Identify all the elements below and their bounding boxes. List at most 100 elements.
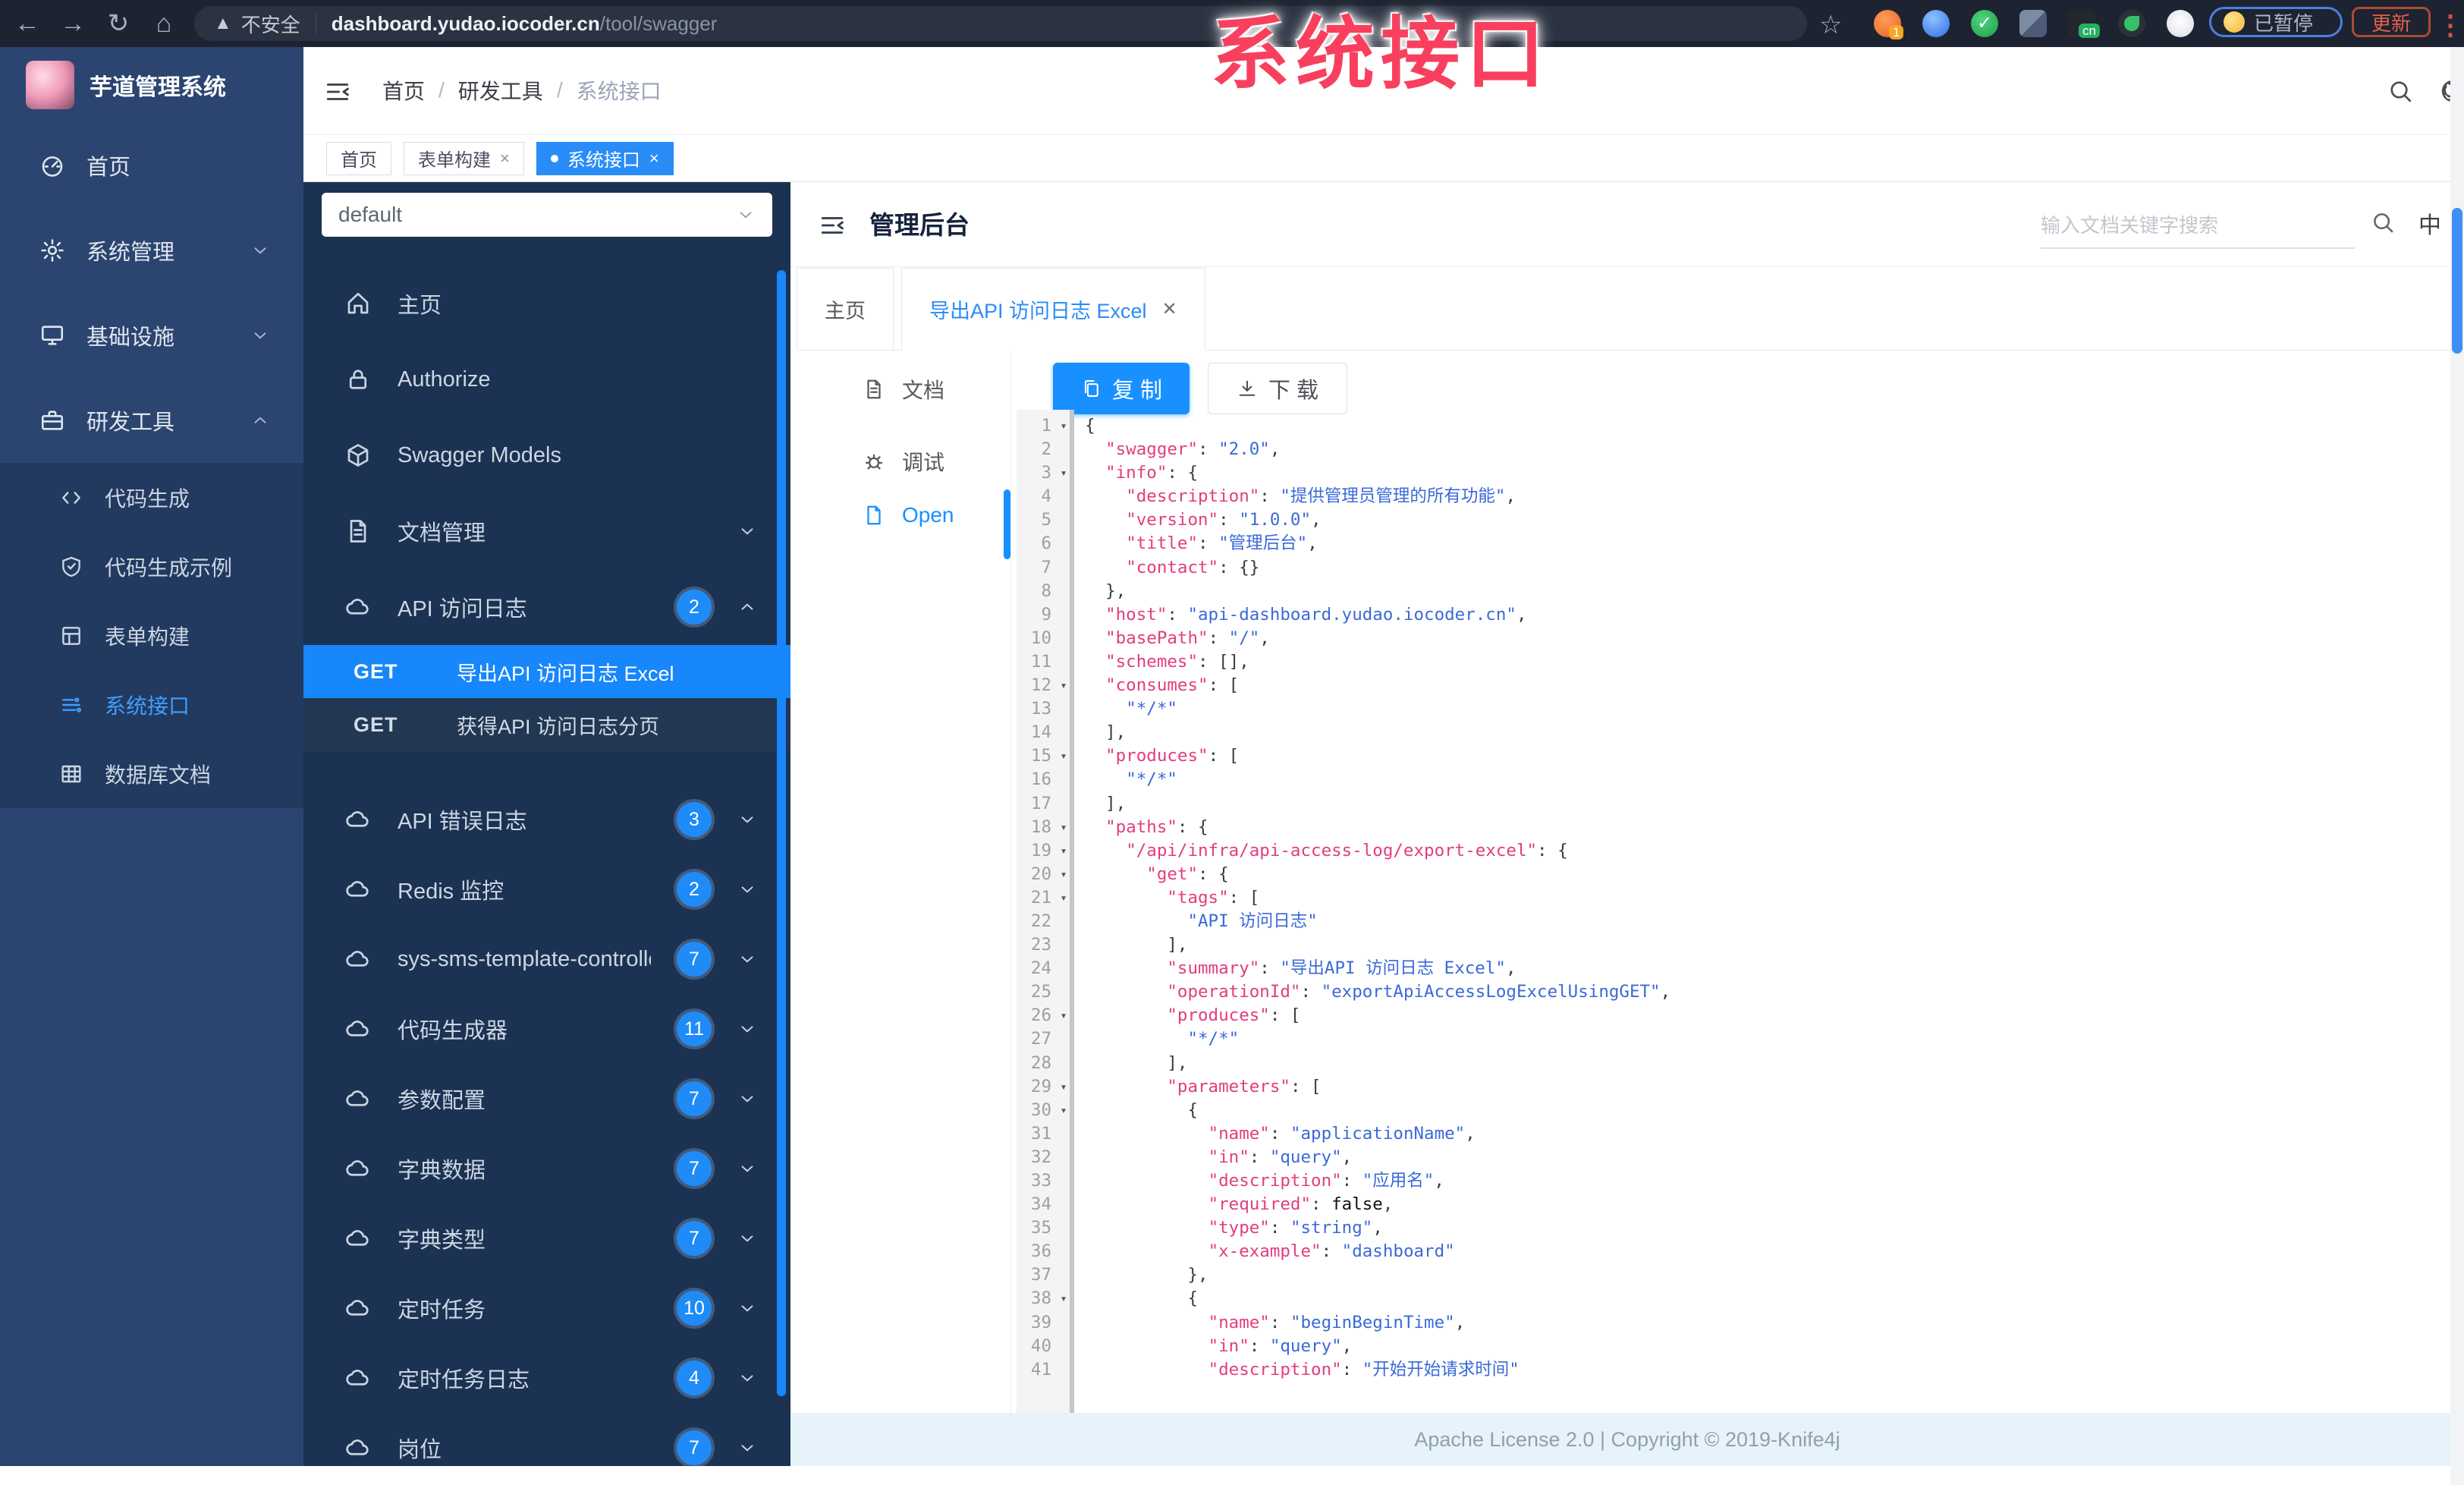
code-text: }, bbox=[1085, 1265, 1208, 1285]
logo-row[interactable]: 芋道管理系统 bbox=[0, 47, 303, 123]
group-select[interactable]: default bbox=[322, 193, 772, 237]
swagger-group-代码生成器[interactable]: 代码生成器 11 bbox=[303, 994, 790, 1064]
browser-reload-icon[interactable]: ↻ bbox=[97, 0, 140, 47]
side-tab-文档[interactable]: 文档 bbox=[863, 374, 944, 404]
sidebar-subitem-代码生成[interactable]: 代码生成 bbox=[0, 463, 303, 532]
api-endpoint-row[interactable]: GET 导出API 访问日志 Excel bbox=[303, 645, 790, 698]
swagger-group-定时任务日志[interactable]: 定时任务日志 4 bbox=[303, 1343, 790, 1413]
fold-arrow-icon[interactable]: ▾ bbox=[1054, 1099, 1073, 1122]
swagger-lock-icon bbox=[344, 366, 372, 393]
doc-tab-主页[interactable]: 主页 bbox=[797, 268, 894, 351]
side-tab-调试[interactable]: 调试 bbox=[863, 446, 944, 477]
sidebar-subitem-系统接口[interactable]: 系统接口 bbox=[0, 670, 303, 739]
search-icon[interactable] bbox=[2370, 209, 2396, 235]
side-tab-Open[interactable]: Open bbox=[863, 503, 954, 527]
count-badge: 11 bbox=[677, 1011, 712, 1046]
doc-tab-导出API 访问日志 Excel[interactable]: 导出API 访问日志 Excel ✕ bbox=[901, 268, 1205, 351]
browser-forward-icon[interactable]: → bbox=[52, 0, 94, 47]
download-button[interactable]: 下 载 bbox=[1208, 363, 1347, 414]
fold-arrow-icon bbox=[1054, 603, 1073, 627]
extension-icon-5[interactable]: cn bbox=[2068, 10, 2100, 38]
api-endpoint-row[interactable]: GET 获得API 访问日志分页 bbox=[303, 698, 790, 751]
swagger-group-字典数据[interactable]: 字典数据 7 bbox=[303, 1134, 790, 1203]
breadcrumb-item[interactable]: 系统接口 bbox=[577, 75, 662, 105]
tag-首页[interactable]: 首页 bbox=[326, 141, 391, 175]
language-toggle[interactable]: 中 bbox=[2418, 206, 2441, 240]
close-icon[interactable]: ✕ bbox=[1162, 298, 1177, 320]
menu-collapse-icon[interactable] bbox=[323, 77, 352, 106]
swagger-group-Redis 监控[interactable]: Redis 监控 2 bbox=[303, 854, 790, 924]
browser-home-icon[interactable]: ⌂ bbox=[143, 0, 185, 47]
sidebar-item-基础设施[interactable]: 基础设施 bbox=[0, 293, 303, 378]
line-number: 8 bbox=[1041, 580, 1051, 601]
bookmark-star-icon[interactable]: ☆ bbox=[1819, 10, 1842, 40]
tag-系统接口[interactable]: 系统接口 × bbox=[536, 141, 674, 175]
menu-table-icon bbox=[59, 762, 83, 786]
swagger-group-字典类型[interactable]: 字典类型 7 bbox=[303, 1203, 790, 1273]
sidebar-subitem-数据库文档[interactable]: 数据库文档 bbox=[0, 739, 303, 808]
fold-arrow-icon[interactable]: ▾ bbox=[1054, 674, 1073, 697]
code-line: 33 "description": "应用名", bbox=[1017, 1169, 2443, 1193]
swagger-group-定时任务[interactable]: 定时任务 10 bbox=[303, 1273, 790, 1343]
fold-arrow-icon[interactable]: ▾ bbox=[1054, 816, 1073, 839]
line-number: 31 bbox=[1030, 1123, 1051, 1144]
extension-icon-paw[interactable] bbox=[2167, 10, 2194, 37]
chevron-down-icon bbox=[737, 1089, 757, 1109]
breadcrumb-item[interactable]: 首页 bbox=[382, 75, 425, 105]
code-line: 28 ], bbox=[1017, 1052, 2443, 1075]
swagger-item-主页[interactable]: 主页 bbox=[303, 266, 790, 341]
swagger-group-参数配置[interactable]: 参数配置 7 bbox=[303, 1064, 790, 1134]
swagger-scrollbar[interactable] bbox=[777, 270, 786, 1396]
fold-arrow-icon[interactable]: ▾ bbox=[1054, 461, 1073, 485]
swagger-item-Swagger Models[interactable]: Swagger Models bbox=[303, 417, 790, 493]
browser-menu-icon[interactable]: ⋮ bbox=[2437, 9, 2464, 41]
sidebar-item-系统管理[interactable]: 系统管理 bbox=[0, 208, 303, 293]
close-icon[interactable]: × bbox=[500, 149, 510, 168]
page-scrollbar-thumb[interactable] bbox=[2452, 208, 2462, 354]
swagger-group-API 错误日志[interactable]: API 错误日志 3 bbox=[303, 785, 790, 854]
fold-arrow-icon[interactable]: ▾ bbox=[1054, 1287, 1073, 1310]
swagger-cloud-icon bbox=[344, 1434, 372, 1461]
breadcrumb-item[interactable]: 研发工具 bbox=[458, 75, 543, 105]
swagger-group-label: 代码生成器 bbox=[398, 1019, 508, 1043]
fold-arrow-icon[interactable]: ▾ bbox=[1054, 886, 1073, 910]
sidebar-subitem-label: 数据库文档 bbox=[105, 763, 212, 787]
sidebar-subitem-表单构建[interactable]: 表单构建 bbox=[0, 601, 303, 670]
line-number: 19 bbox=[1030, 840, 1051, 860]
extension-icon-4[interactable] bbox=[2019, 10, 2047, 37]
sidebar-item-首页[interactable]: 首页 bbox=[0, 123, 303, 208]
swagger-item-API 访问日志[interactable]: API 访问日志 2 bbox=[303, 569, 790, 645]
swagger-group-sys-sms-template-controller[interactable]: sys-sms-template-controller 7 bbox=[303, 924, 790, 994]
fold-arrow-icon[interactable]: ▾ bbox=[1054, 839, 1073, 863]
header-search-icon[interactable] bbox=[2387, 77, 2414, 105]
doc-search-input[interactable]: 输入文档关键字搜索 bbox=[2041, 200, 2355, 249]
address-bar[interactable]: ▲ 不安全 dashboard.yudao.iocoder.cn/tool/sw… bbox=[194, 6, 1807, 41]
line-number: 7 bbox=[1041, 557, 1051, 577]
fold-arrow-icon[interactable]: ▾ bbox=[1054, 414, 1073, 438]
paused-extension-pill[interactable]: 已暂停 bbox=[2209, 7, 2343, 37]
swagger-item-文档管理[interactable]: 文档管理 bbox=[303, 493, 790, 569]
update-button[interactable]: 更新 bbox=[2352, 7, 2431, 37]
sidebar-subitem-代码生成示例[interactable]: 代码生成示例 bbox=[0, 532, 303, 601]
sidebar-item-研发工具[interactable]: 研发工具 bbox=[0, 378, 303, 463]
doc-collapse-icon[interactable] bbox=[818, 211, 847, 240]
extension-icon-6[interactable] bbox=[2118, 10, 2145, 37]
paused-label: 已暂停 bbox=[2254, 11, 2314, 35]
fold-arrow-icon[interactable]: ▾ bbox=[1054, 1075, 1073, 1099]
fold-arrow-icon[interactable]: ▾ bbox=[1054, 744, 1073, 768]
swagger-group-岗位[interactable]: 岗位 7 bbox=[303, 1413, 790, 1466]
swagger-item-Authorize[interactable]: Authorize bbox=[303, 341, 790, 417]
browser-back-icon[interactable]: ← bbox=[6, 0, 49, 47]
fold-arrow-icon bbox=[1054, 1335, 1073, 1358]
close-icon[interactable]: × bbox=[649, 149, 659, 168]
extension-icon-2[interactable] bbox=[1922, 10, 1950, 37]
extension-icon-3[interactable]: ✓ bbox=[1971, 10, 1998, 37]
extension-icon-1[interactable]: 1 bbox=[1874, 10, 1904, 39]
page-scrollbar[interactable] bbox=[2450, 47, 2464, 1485]
code-editor[interactable]: 1 ▾{2 "swagger": "2.0", 3 ▾ "info": {4 "des… bbox=[1017, 414, 2443, 1382]
fold-arrow-icon[interactable]: ▾ bbox=[1054, 863, 1073, 886]
fold-arrow-icon bbox=[1054, 697, 1073, 721]
copy-button[interactable]: 复 制 bbox=[1053, 363, 1190, 414]
tag-表单构建[interactable]: 表单构建 × bbox=[404, 141, 524, 175]
fold-arrow-icon[interactable]: ▾ bbox=[1054, 1004, 1073, 1027]
